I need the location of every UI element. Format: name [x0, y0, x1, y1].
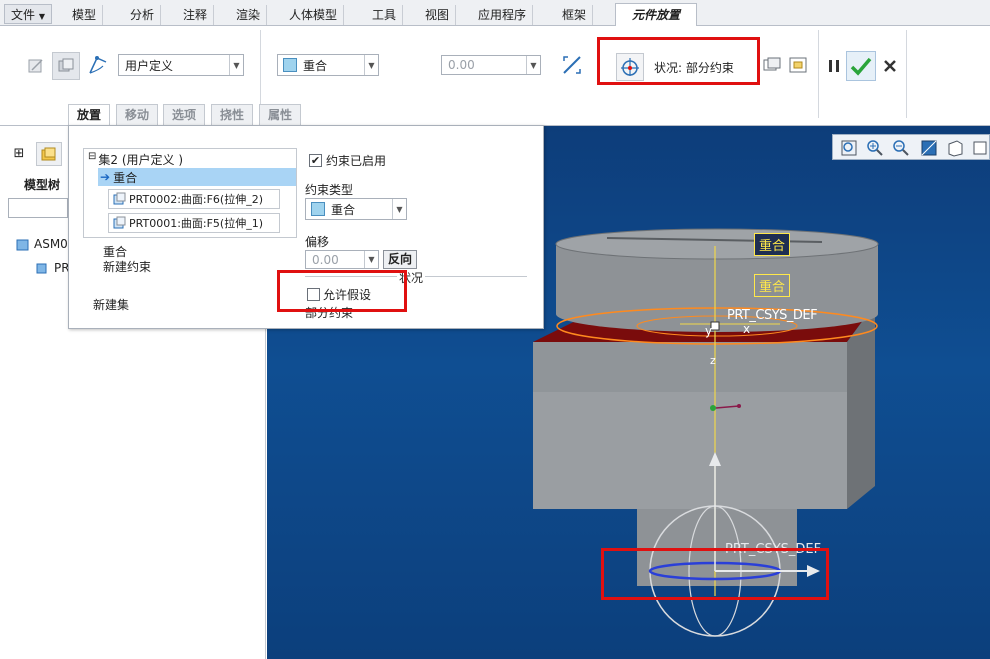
reference-2[interactable]: PRT0001:曲面:F5(拉伸_1)	[108, 213, 280, 233]
pause-icon[interactable]	[822, 54, 846, 78]
folder-icon[interactable]	[36, 142, 62, 166]
ribbon-separator	[906, 30, 907, 118]
new-set-link[interactable]: 新建集	[93, 296, 129, 313]
constraint-type-value: 重合	[303, 58, 328, 73]
status-value: 部分约束	[305, 306, 354, 320]
allow-assumption-row[interactable]: 允许假设	[307, 286, 371, 303]
panel-offset-value: 0.00	[312, 252, 339, 267]
chevron-down-icon: ▼	[38, 12, 45, 21]
menu-bar: 文件 ▼ 模型 分析 注释 渲染 人体模型 工具 视图 应用程序 框架 元件放置	[0, 0, 990, 27]
tab-tools[interactable]: 工具	[366, 5, 404, 25]
panel-tab-flexibility[interactable]: 挠性	[211, 104, 254, 125]
offset-input[interactable]: 0.00 ▼	[441, 55, 541, 75]
panel-offset-input[interactable]: 0.00 ▼	[305, 250, 379, 269]
upper-cylinder-top[interactable]	[555, 228, 879, 260]
offset-label: 偏移	[305, 235, 330, 249]
model-tree-title: 模型树	[24, 178, 61, 192]
placement-status-label: 状况: 部分约束	[654, 61, 734, 75]
offset-value: 0.00	[448, 58, 475, 72]
csys-origin	[710, 321, 720, 331]
placement-status-icon[interactable]	[616, 53, 644, 81]
flip-icon[interactable]	[560, 53, 584, 77]
tree-item-label: ASM0	[34, 237, 68, 251]
panel-constraint-type-value: 重合	[331, 202, 356, 217]
constraint-set-row[interactable]: ⊟ 集2 (用户定义 )	[88, 151, 183, 168]
tab-model[interactable]: 模型	[66, 5, 104, 25]
confirm-checkmark-icon[interactable]	[846, 51, 876, 81]
axis-label-y: y	[705, 324, 713, 338]
close-icon[interactable]	[878, 54, 902, 78]
constraint-item-selected[interactable]: ➔ 重合	[98, 168, 296, 186]
tab-view[interactable]: 视图	[419, 5, 457, 25]
constraint-item-label: 重合	[113, 170, 138, 185]
chevron-down-icon: ▼	[364, 251, 378, 268]
placement-panel: ⊟ 集2 (用户定义 ) ➔ 重合 PRT0002:曲面:F6(拉伸_2) PR…	[68, 125, 544, 329]
panel-tab-placement[interactable]: 放置	[68, 104, 111, 125]
constraint-type-dropdown[interactable]: 重合 ▼	[277, 54, 379, 76]
file-menu[interactable]: 文件 ▼	[4, 4, 52, 24]
chevron-down-icon: ▼	[364, 55, 378, 75]
tab-render[interactable]: 渲染	[230, 5, 268, 25]
constraint-tag-2[interactable]: 重合	[754, 274, 791, 297]
constraint-set-value: 用户定义	[125, 58, 174, 73]
chevron-down-icon: ▼	[392, 199, 406, 219]
constraint-enabled-label: 约束已启用	[326, 154, 387, 168]
coincident-icon	[311, 202, 325, 216]
drag-arrow-head	[807, 565, 820, 577]
panel-tab-options[interactable]: 选项	[163, 104, 206, 125]
tab-framework[interactable]: 框架	[556, 5, 594, 25]
constraint-set-dropdown[interactable]: 用户定义 ▼	[118, 54, 244, 76]
panel-tab-move[interactable]: 移动	[116, 104, 159, 125]
constraint-set-label: 集2 (用户定义 )	[98, 153, 184, 167]
ribbon-separator	[818, 30, 819, 118]
panel-tab-properties[interactable]: 属性	[259, 104, 302, 125]
surface-icon	[113, 192, 126, 205]
datum-point-marker	[710, 405, 716, 411]
reference-1[interactable]: PRT0002:曲面:F6(拉伸_2)	[108, 189, 280, 209]
axis-label-z: z	[710, 354, 716, 367]
tree-item-assembly[interactable]: ASM0	[16, 237, 68, 251]
file-menu-label: 文件	[11, 8, 36, 22]
reverse-button[interactable]: 反向	[383, 250, 417, 269]
tab-component-placement[interactable]: 元件放置	[615, 3, 697, 27]
assembly-icon	[16, 239, 29, 251]
box-shade	[533, 342, 847, 392]
constraint-list: ⊟ 集2 (用户定义 ) ➔ 重合 PRT0002:曲面:F6(拉伸_2) PR…	[83, 148, 297, 238]
csys-label-bottom: PRT_CSYS_DEF	[725, 542, 822, 557]
reference-2-label: PRT0001:曲面:F5(拉伸_1)	[129, 217, 264, 230]
part-icon	[36, 263, 47, 274]
auto-place-icon[interactable]	[24, 54, 48, 78]
new-constraint-link[interactable]: 新建约束	[103, 258, 151, 275]
separate-window-icon[interactable]	[760, 53, 784, 77]
axis-label-x: x	[743, 322, 751, 336]
tab-annotate[interactable]: 注释	[177, 5, 215, 25]
constraint-enabled-row[interactable]: ✔ 约束已启用	[309, 152, 386, 169]
tab-analysis[interactable]: 分析	[124, 5, 162, 25]
reference-1-label: PRT0002:曲面:F6(拉伸_2)	[129, 193, 264, 206]
tree-tab-icon[interactable]: ⊞	[8, 142, 30, 164]
tab-human-model[interactable]: 人体模型	[283, 5, 345, 25]
chevron-down-icon: ▼	[526, 56, 540, 74]
allow-assumption-label: 允许假设	[323, 288, 372, 302]
user-defined-icon[interactable]	[52, 52, 80, 80]
status-title: 状况	[397, 269, 426, 286]
surface-icon	[113, 216, 126, 229]
panel-constraint-type-dropdown[interactable]: 重合 ▼	[305, 198, 407, 220]
assembly-window-icon[interactable]	[786, 53, 810, 77]
constraint-type-label: 约束类型	[305, 183, 354, 197]
constraint-tag-1[interactable]: 重合	[754, 233, 791, 256]
chevron-down-icon: ▼	[229, 55, 243, 75]
collapse-icon[interactable]: ⊟	[88, 151, 96, 168]
datum-vector-end	[737, 404, 741, 408]
tree-search-input[interactable]	[8, 198, 68, 218]
tab-applications[interactable]: 应用程序	[472, 5, 534, 25]
allow-assumption-checkbox[interactable]	[307, 288, 320, 301]
tree-item-part[interactable]: PR	[36, 261, 70, 275]
csys-label-top: PRT_CSYS_DEF	[727, 308, 818, 323]
mechanism-icon[interactable]	[86, 53, 110, 77]
constraint-enabled-checkbox[interactable]: ✔	[309, 154, 322, 167]
coincident-icon	[283, 58, 297, 72]
arrow-right-icon: ➔	[100, 170, 111, 184]
